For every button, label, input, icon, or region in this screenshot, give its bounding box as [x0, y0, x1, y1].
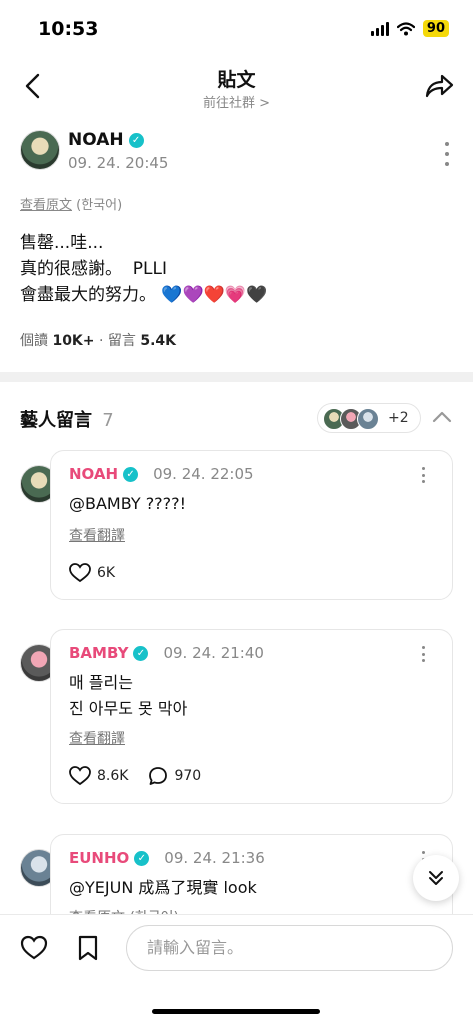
- post-body: 售罄...哇... 真的很感謝。 PLLI 會盡最大的努力。 💙💜❤️💗🖤: [20, 230, 267, 308]
- reply-button[interactable]: 970: [148, 766, 201, 786]
- post-stats: 個讀 10K+ · 留言 5.4K: [20, 333, 176, 349]
- heart-icon[interactable]: [20, 935, 48, 961]
- comment-time: 09. 24. 21:36: [164, 849, 265, 867]
- comment-line: @YEJUN 成爲了現實 look: [69, 878, 257, 897]
- post-line: 售罄...哇...: [20, 233, 104, 253]
- comment-author[interactable]: EUNHO ✓ 09. 24. 21:36: [69, 849, 265, 867]
- status-icons: 90: [370, 20, 449, 37]
- header: 貼文 前往社群 >: [0, 56, 473, 120]
- view-original-link[interactable]: 查看原文 (한국어): [20, 194, 122, 213]
- post-time: 09. 24. 20:45: [68, 154, 169, 172]
- like-count: 8.6K: [97, 768, 129, 784]
- comment-text: @YEJUN 成爲了現實 look: [69, 875, 257, 901]
- comment-card: BAMBY ✓ 09. 24. 21:40 매 플리는 진 아무도 못 막아 查…: [50, 629, 453, 804]
- share-button[interactable]: [423, 72, 455, 100]
- view-original-label: 查看原文: [20, 198, 73, 213]
- bottom-bar: 請輸入留言。: [0, 914, 473, 1024]
- more-artists-count: +2: [388, 410, 409, 426]
- artist-avatars-chip[interactable]: +2: [317, 403, 421, 433]
- verified-icon: ✓: [133, 645, 149, 661]
- like-button[interactable]: 8.6K: [69, 766, 128, 786]
- artist-comments-title: 藝人留言 7: [20, 406, 114, 432]
- comment-line: 진 아무도 못 막아: [69, 699, 188, 718]
- artist-comments-label: 藝人留言: [20, 410, 92, 431]
- comment-actions: 6K: [69, 563, 127, 583]
- heart-icon: [69, 563, 91, 583]
- artist-comments-header: 藝人留言 7 +2: [0, 400, 473, 436]
- verified-icon: ✓: [128, 132, 144, 148]
- author-name: NOAH: [68, 130, 124, 150]
- page-title: 貼文: [217, 69, 256, 91]
- verified-icon: ✓: [134, 850, 150, 866]
- more-options-button[interactable]: [443, 142, 451, 166]
- artist-comments-count: 7: [102, 410, 114, 431]
- comment-author[interactable]: NOAH ✓ 09. 24. 22:05: [69, 465, 254, 483]
- chevron-up-icon[interactable]: [431, 408, 453, 426]
- comment-line: @BAMBY ????!: [69, 494, 187, 513]
- verified-icon: ✓: [123, 466, 139, 482]
- community-link[interactable]: 前往社群 >: [0, 92, 473, 111]
- comment-text: 매 플리는 진 아무도 못 막아: [69, 670, 187, 722]
- post-line: 會盡最大的努力。 💙💜❤️💗🖤: [20, 285, 268, 305]
- post-line: 真的很感謝。 PLLI: [20, 259, 168, 279]
- comment-actions: 8.6K 970: [69, 766, 213, 786]
- comment-input[interactable]: 請輸入留言。: [126, 925, 453, 971]
- comments-label: 留言: [107, 333, 136, 349]
- comment-author[interactable]: BAMBY ✓ 09. 24. 21:40: [69, 644, 264, 662]
- avatar: [357, 408, 379, 430]
- status-bar: 10:53 90: [0, 0, 473, 56]
- like-button[interactable]: 6K: [69, 563, 115, 583]
- signal-icon: [370, 21, 389, 36]
- section-divider: [0, 372, 473, 382]
- comment-line: 매 플리는: [69, 673, 133, 692]
- comment-time: 09. 24. 21:40: [163, 644, 264, 662]
- scroll-down-button[interactable]: [413, 855, 459, 901]
- translate-link[interactable]: 查看翻譯: [69, 728, 125, 748]
- comment-time: 09. 24. 22:05: [153, 465, 254, 483]
- comment-text: @BAMBY ????!: [69, 491, 186, 517]
- comment-card: NOAH ✓ 09. 24. 22:05 @BAMBY ????! 查看翻譯 6…: [50, 450, 453, 600]
- avatar[interactable]: [20, 130, 60, 170]
- comment-author-name: BAMBY: [69, 644, 129, 662]
- home-indicator: [152, 1009, 320, 1014]
- reply-count: 970: [174, 768, 202, 784]
- comment-author-name: EUNHO: [69, 849, 130, 867]
- battery-indicator: 90: [422, 20, 449, 37]
- translate-link[interactable]: 查看翻譯: [69, 525, 125, 545]
- comment-bubble-icon: [149, 767, 168, 785]
- views-label: 個讀: [20, 333, 48, 349]
- wifi-icon: [396, 21, 415, 35]
- more-options-button[interactable]: [420, 646, 426, 662]
- comment-author-name: NOAH: [69, 465, 119, 483]
- double-chevron-down-icon: [429, 871, 443, 885]
- views-value: 10K+: [52, 333, 95, 349]
- comments-value: 5.4K: [140, 333, 176, 349]
- more-options-button[interactable]: [420, 467, 426, 483]
- original-language: (한국어): [76, 198, 123, 213]
- status-time: 10:53: [38, 18, 99, 40]
- like-count: 6K: [97, 565, 116, 581]
- post-author[interactable]: NOAH ✓: [68, 130, 144, 150]
- heart-icon: [69, 766, 91, 786]
- bookmark-icon[interactable]: [77, 935, 99, 961]
